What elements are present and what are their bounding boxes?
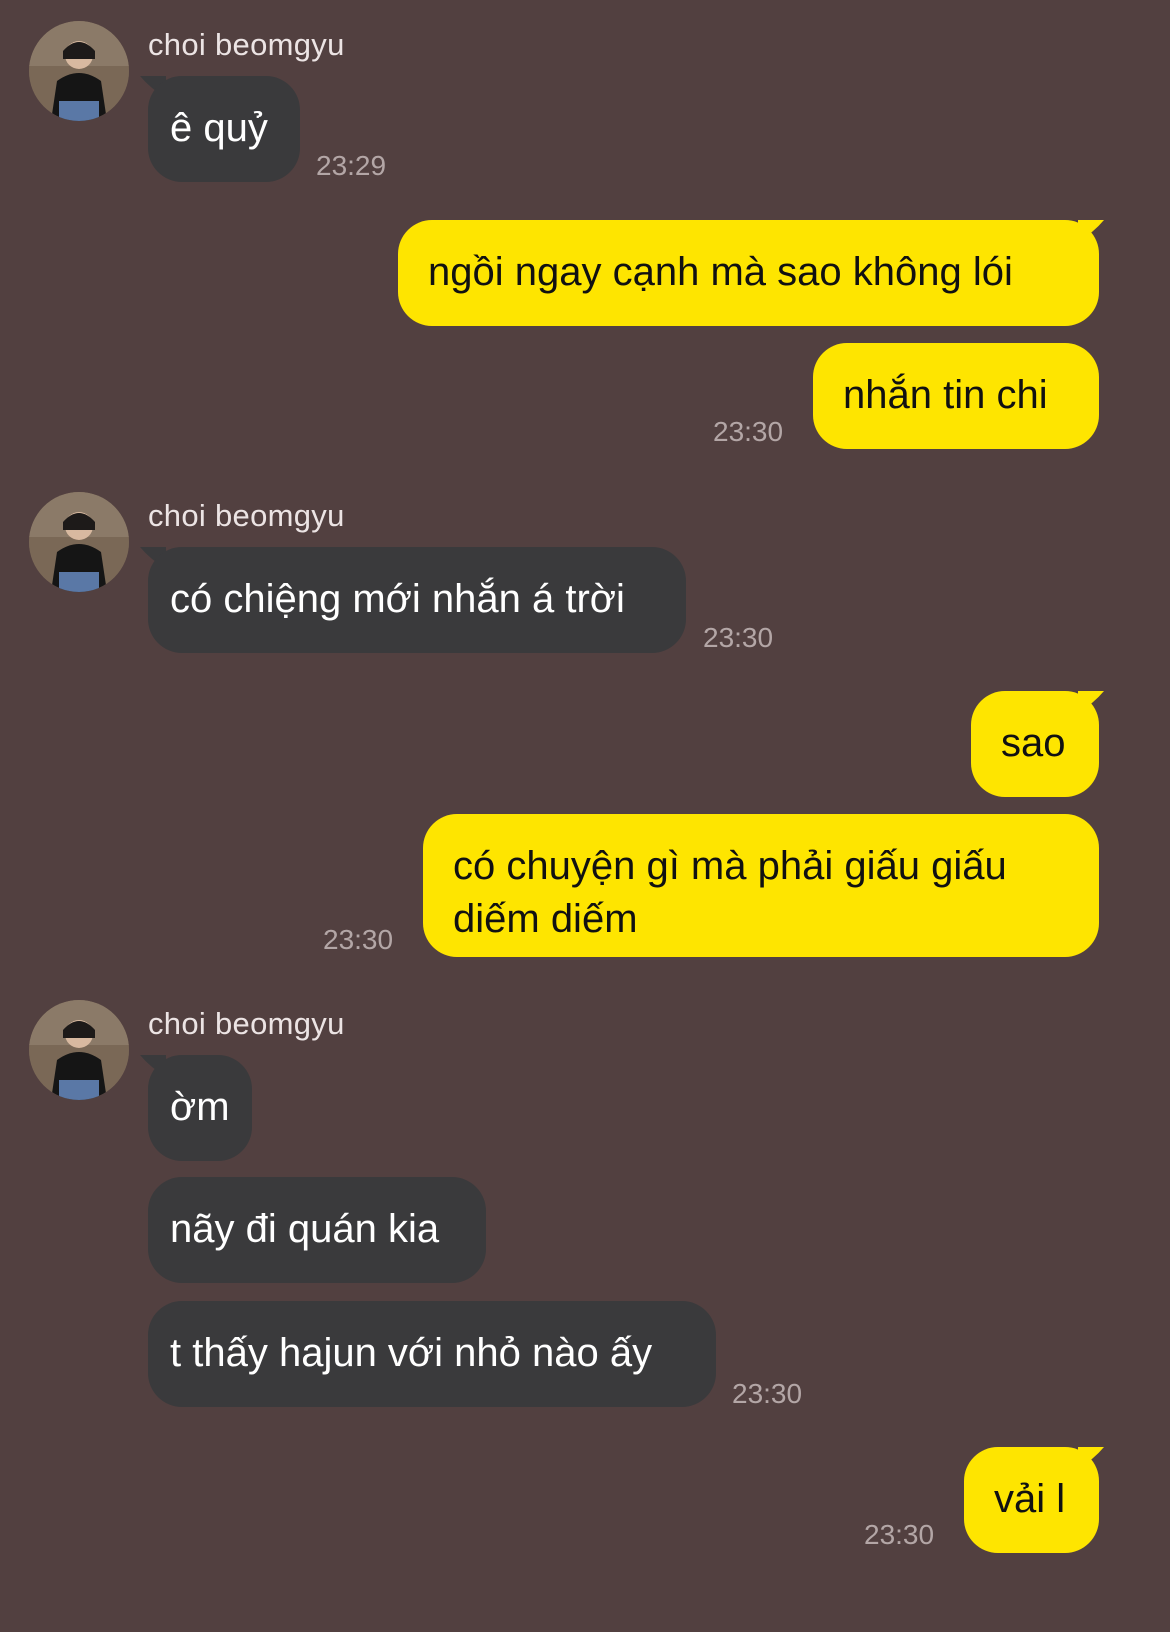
message-bubble-incoming[interactable]: t thấy hajun với nhỏ nào ấy <box>148 1301 716 1407</box>
message-bubble-outgoing[interactable]: ngồi ngay cạnh mà sao không lói <box>398 220 1099 326</box>
sender-name: choi beomgyu <box>148 27 345 62</box>
message-bubble-incoming[interactable]: nãy đi quán kia <box>148 1177 486 1283</box>
message-timestamp: 23:30 <box>732 1378 803 1409</box>
message-bubble-outgoing[interactable]: sao <box>971 691 1099 797</box>
sender-name: choi beomgyu <box>148 498 345 533</box>
message-bubble-incoming[interactable]: ờm <box>148 1055 252 1161</box>
message-bubble-outgoing[interactable]: nhắn tin chi <box>813 343 1099 449</box>
message-timestamp: 23:29 <box>316 150 387 181</box>
sender-name: choi beomgyu <box>148 1006 345 1041</box>
profile-photo <box>29 492 129 592</box>
message-timestamp: 23:30 <box>703 622 774 653</box>
avatar[interactable] <box>29 1000 129 1100</box>
message-bubble-incoming[interactable]: ê quỷ <box>148 76 300 182</box>
avatar[interactable] <box>29 21 129 121</box>
message-bubble-outgoing[interactable]: có chuyện gì mà phải giấu giấu diếm diếm <box>423 814 1099 957</box>
message-bubble-incoming[interactable]: có chiệng mới nhắn á trời <box>148 547 686 653</box>
profile-photo <box>29 1000 129 1100</box>
avatar[interactable] <box>29 492 129 592</box>
message-timestamp: 23:30 <box>323 924 394 955</box>
profile-photo <box>29 21 129 121</box>
message-timestamp: 23:30 <box>713 416 784 447</box>
message-timestamp: 23:30 <box>864 1519 935 1550</box>
message-bubble-outgoing[interactable]: vải l <box>964 1447 1099 1553</box>
